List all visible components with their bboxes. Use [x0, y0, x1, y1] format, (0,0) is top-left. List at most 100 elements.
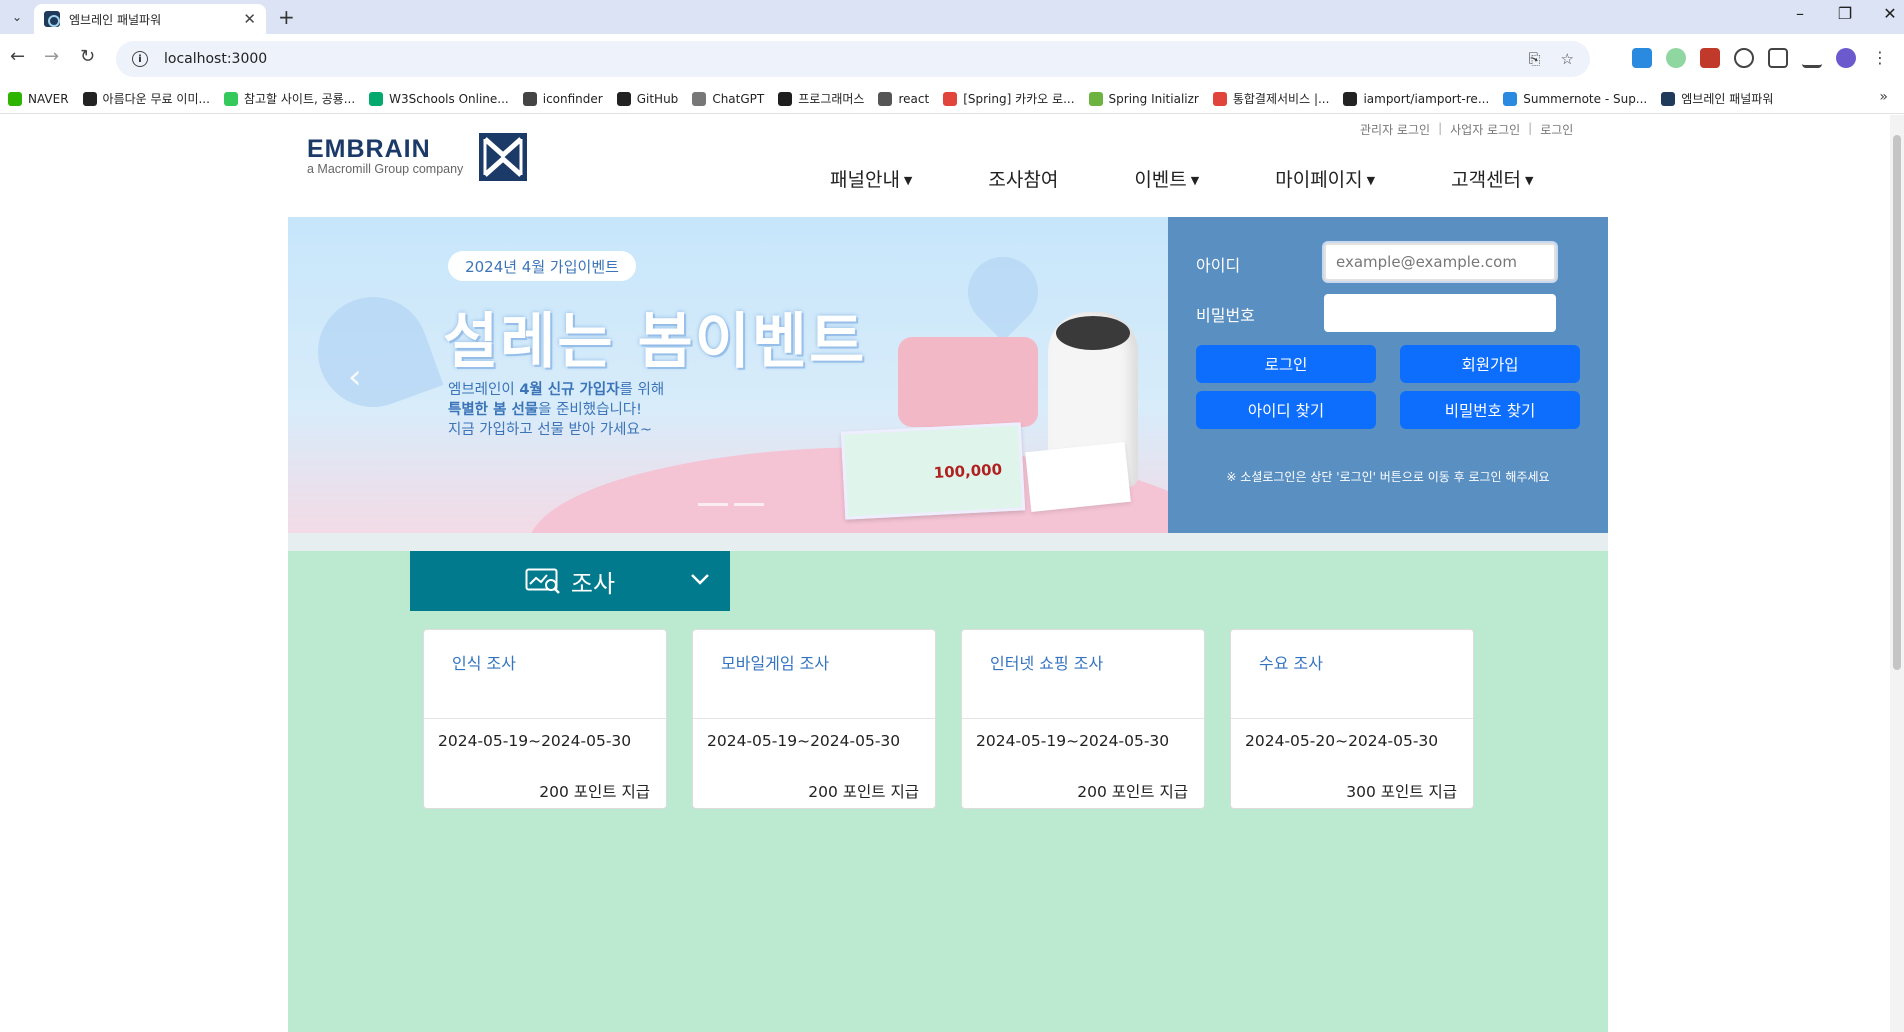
survey-chart-icon [525, 568, 560, 594]
login-link[interactable]: 로그인 [1540, 121, 1573, 138]
voucher-amount: 100,000 [933, 460, 1003, 482]
site-favicon-icon [44, 11, 60, 27]
bookmark-item[interactable]: 아름다운 무료 이미... [82, 90, 210, 107]
bookmark-item[interactable]: 엠브레인 패널파워 [1661, 90, 1773, 107]
id-input-placeholder: example@example.com [1336, 253, 1517, 271]
decorative-heart [302, 281, 444, 423]
id-label: 아이디 [1196, 256, 1241, 275]
carousel-indicator[interactable] [698, 503, 728, 506]
bookmark-item[interactable]: GitHub [616, 91, 679, 106]
scrollbar-thumb[interactable] [1893, 135, 1901, 670]
close-window-icon[interactable]: ✕ [1870, 4, 1904, 23]
nav-item-label: 패널안내 [830, 169, 900, 191]
restore-window-icon[interactable]: ❐ [1825, 4, 1865, 23]
survey-card[interactable]: 수요 조사 2024-05-20~2024-05-30 300 포인트 지급 [1230, 629, 1474, 809]
survey-card[interactable]: 모바일게임 조사 2024-05-19~2024-05-30 200 포인트 지급 [692, 629, 936, 809]
forward-arrow-icon[interactable]: → [44, 46, 59, 67]
extension-icon[interactable] [1700, 48, 1720, 68]
bookmark-favicon-icon [1343, 91, 1358, 106]
bookmark-item[interactable]: 통합결제서비스 |... [1212, 90, 1330, 107]
password-input[interactable] [1324, 294, 1556, 332]
bookmark-label: GitHub [636, 91, 679, 106]
dropdown-caret-icon: ▼ [903, 174, 913, 187]
menu-kebab-icon[interactable]: ⋮ [1870, 48, 1890, 68]
nav-item[interactable]: 마이페이지 ▼ [1275, 165, 1375, 192]
gift-voucher-image: 100,000 [840, 422, 1026, 520]
survey-card[interactable]: 인식 조사 2024-05-19~2024-05-30 200 포인트 지급 [423, 629, 667, 809]
extension-icon[interactable] [1666, 48, 1686, 68]
new-tab-plus-icon[interactable]: + [278, 5, 295, 29]
profile-avatar-icon[interactable] [1836, 48, 1856, 68]
bookmark-label: Summernote - Sup... [1523, 91, 1648, 106]
address-bar[interactable]: i localhost:3000 ⎘ ☆ [116, 41, 1590, 77]
nav-item[interactable]: 이벤트 ▼ [1134, 165, 1199, 192]
carousel-indicators [698, 503, 764, 506]
reload-icon[interactable]: ↻ [80, 46, 95, 67]
chevron-down-icon [691, 574, 709, 585]
section-divider [288, 533, 1608, 551]
install-app-icon[interactable]: ⎘ [1529, 50, 1541, 68]
bookmark-label: Spring Initializr [1108, 91, 1199, 106]
find-password-button[interactable]: 비밀번호 찾기 [1400, 391, 1580, 429]
download-extension-icon[interactable] [1632, 48, 1652, 68]
survey-category-dropdown[interactable]: 조사 [410, 551, 730, 611]
bookmark-item[interactable]: 참고할 사이트, 공룡... [223, 90, 355, 107]
back-arrow-icon[interactable]: ← [10, 46, 25, 67]
admin-login-link[interactable]: 관리자 로그인 [1360, 121, 1430, 138]
bookmark-favicon-icon [369, 91, 384, 106]
banner-headline: 설레는 봄이벤트 [443, 307, 867, 377]
card-divider [424, 718, 666, 719]
survey-card[interactable]: 인터넷 쇼핑 조사 2024-05-19~2024-05-30 200 포인트 지급 [961, 629, 1205, 809]
survey-card-title[interactable]: 모바일게임 조사 [721, 650, 829, 674]
event-banner[interactable]: 100,000 2024년 4월 가입이벤트 설레는 봄이벤트 엠브레인이 4월… [288, 217, 1168, 533]
bookmark-item[interactable]: Spring Initializr [1088, 91, 1199, 106]
bookmark-label: iconfinder [542, 91, 603, 106]
bookmark-item[interactable]: ChatGPT [692, 91, 764, 106]
bookmark-item[interactable]: 프로그래머스 [778, 90, 864, 107]
more-bookmarks-icon[interactable]: » [1879, 89, 1888, 105]
browser-tab[interactable]: 엠브레인 패널파워 ✕ [34, 4, 266, 34]
id-input[interactable]: example@example.com [1324, 243, 1556, 281]
bookmark-item[interactable]: react [878, 91, 929, 106]
survey-card-title[interactable]: 수요 조사 [1259, 650, 1323, 674]
gift-box-image [1025, 441, 1131, 513]
bookmark-item[interactable]: iamport/iamport-re... [1343, 91, 1489, 106]
nav-item[interactable]: 조사참여 [988, 165, 1058, 192]
bookmark-item[interactable]: [Spring] 카카오 로... [943, 90, 1075, 107]
bookmark-favicon-icon [943, 91, 958, 106]
business-login-link[interactable]: 사업자 로그인 [1450, 121, 1520, 138]
find-id-button[interactable]: 아이디 찾기 [1196, 391, 1376, 429]
bookmark-item[interactable]: iconfinder [522, 91, 603, 106]
extension-icon[interactable] [1734, 48, 1754, 68]
survey-section-title: 조사 [570, 569, 616, 598]
bookmark-item[interactable]: W3Schools Online... [369, 91, 509, 106]
site-info-icon[interactable]: i [132, 51, 148, 67]
carousel-prev-chevron-icon[interactable]: ‹ [348, 357, 362, 397]
bookmark-item[interactable]: NAVER [8, 91, 69, 106]
signup-button[interactable]: 회원가입 [1400, 345, 1580, 383]
bookmark-label: 통합결제서비스 |... [1232, 92, 1330, 106]
desc-text: 를 위해 [619, 382, 665, 398]
nav-item[interactable]: 패널안내 ▼ [830, 165, 912, 192]
survey-card-title[interactable]: 인식 조사 [452, 650, 516, 674]
survey-card-title[interactable]: 인터넷 쇼핑 조사 [990, 650, 1103, 674]
site-logo[interactable]: EMBRAIN a Macromill Group company [307, 133, 547, 195]
survey-card-date: 2024-05-19~2024-05-30 [707, 732, 901, 750]
bookmark-label: 엠브레인 패널파워 [1681, 92, 1774, 106]
bookmark-item[interactable]: Summernote - Sup... [1503, 91, 1648, 106]
tab-list-chevron-icon[interactable]: ⌄ [6, 6, 28, 28]
browser-toolbar: ← → ↻ i localhost:3000 ⎘ ☆ ⋮ [0, 34, 1904, 84]
nav-item[interactable]: 고객센터 ▼ [1451, 165, 1533, 192]
carousel-indicator[interactable] [734, 503, 764, 506]
nav-item-label: 이벤트 [1134, 169, 1187, 191]
card-divider [1231, 718, 1473, 719]
downloads-icon[interactable] [1802, 48, 1822, 68]
bookmark-star-icon[interactable]: ☆ [1561, 50, 1574, 68]
login-button[interactable]: 로그인 [1196, 345, 1376, 383]
minimize-window-icon[interactable]: – [1780, 4, 1820, 23]
puzzle-extensions-icon[interactable] [1768, 48, 1788, 68]
password-label: 비밀번호 [1196, 306, 1255, 325]
page-scrollbar[interactable] [1890, 115, 1904, 1032]
close-tab-icon[interactable]: ✕ [243, 10, 256, 28]
decorative-heart [953, 242, 1053, 342]
